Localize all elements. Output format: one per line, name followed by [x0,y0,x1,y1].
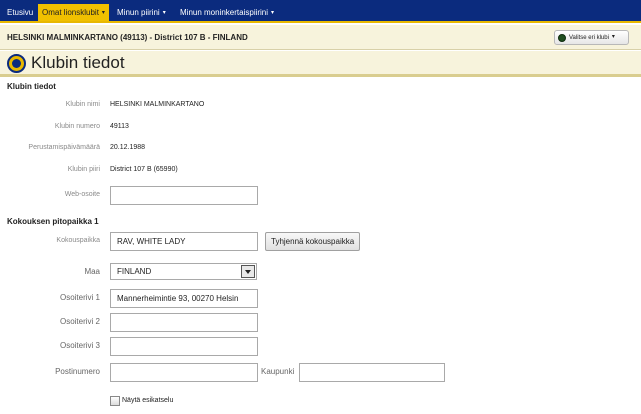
club-district-label: Klubin piiri [67,166,100,173]
club-district-value: District 107 B (65990) [110,166,178,173]
page-title: Klubin tiedot [31,53,125,72]
top-navbar: Etusivu Omat lionsklubit ▾ Minun piirini ▾… [0,0,641,23]
city-input[interactable] [299,363,445,382]
meeting-place-section-title: Kokouksen pitopaikka 1 [7,217,99,226]
club-context-title: HELSINKI MALMINKARTANO (49113) - Distric… [7,33,248,42]
select-other-club-button[interactable]: Valitse eri klubi ▾ [554,30,629,45]
meeting-place-label: Kokouspaikka [56,237,100,244]
page-header: Klubin tiedot [0,51,641,77]
meeting-place-input[interactable]: RAV, WHITE LADY [110,232,258,251]
club-number-label: Klubin numero [54,123,100,130]
address-line-2-label: Osoiterivi 2 [59,317,100,326]
club-context-bar: HELSINKI MALMINKARTANO (49113) - Distric… [0,25,641,50]
postal-code-label: Postinumero [55,367,100,376]
country-select-value: FINLAND [117,267,152,276]
postal-code-input[interactable] [110,363,258,382]
lions-logo-icon [7,54,26,73]
website-label: Web-osoite [64,191,100,198]
address-line-1-input[interactable]: Mannerheimintie 93, 00270 Helsin [110,289,258,308]
address-line-2-input[interactable] [110,313,258,332]
founded-date-label: Perustamispäivämäärä [28,144,100,151]
nav-my-district-label: Minun piirini [117,8,160,17]
nav-my-clubs[interactable]: Omat lionsklubit ▾ [38,4,109,21]
nav-home-label: Etusivu [7,8,34,17]
nav-my-clubs-label: Omat lionsklubit [42,8,99,17]
show-preview-label: Näytä esikatselu [122,397,174,404]
nav-my-multiple-district[interactable]: Minun moninkertaispiirini ▾ [176,4,278,21]
dropdown-arrow-icon[interactable] [241,265,255,278]
nav-my-multiple-district-label: Minun moninkertaispiirini [180,8,269,17]
select-other-club-label: Valitse eri klubi [569,35,609,41]
nav-my-district[interactable]: Minun piirini ▾ [113,4,170,21]
founded-date-value: 20.12.1988 [110,144,146,151]
chevron-down-icon: ▾ [611,34,615,40]
address-line-3-label: Osoiterivi 3 [59,341,100,350]
address-line-1-label: Osoiterivi 1 [59,293,100,302]
chevron-down-icon: ▾ [162,10,166,16]
club-number-value: 49113 [110,123,129,130]
website-input[interactable] [110,186,258,205]
club-name-value: HELSINKI MALMINKARTANO [110,101,205,108]
clear-meeting-place-button[interactable]: Tyhjennä kokouspaikka [265,232,361,251]
nav-home[interactable]: Etusivu [3,4,37,21]
country-select[interactable]: FINLAND [110,263,257,280]
chevron-down-icon: ▾ [271,10,275,16]
show-preview-checkbox[interactable] [110,396,120,406]
chevron-down-icon: ▾ [101,10,105,16]
club-info-section-title: Klubin tiedot [7,82,56,91]
address-line-3-input[interactable] [110,337,258,356]
city-label: Kaupunki [261,367,295,376]
club-badge-icon [558,34,566,42]
club-name-label: Klubin nimi [65,101,100,108]
country-label: Maa [84,267,100,276]
